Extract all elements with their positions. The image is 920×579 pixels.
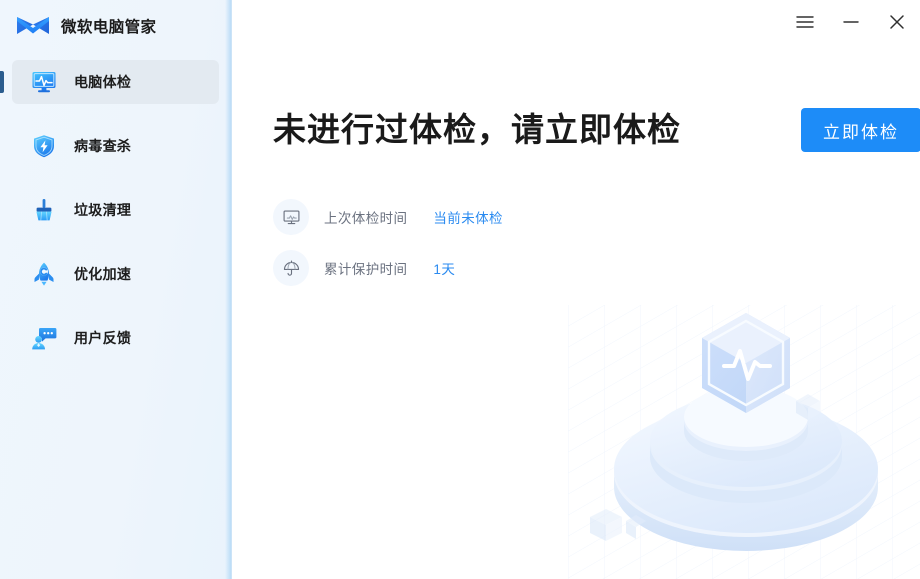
info-list: 上次体检时间 当前未体检 累计保护时间 1天 — [273, 199, 920, 286]
main-content: 未进行过体检，请立即体检 立即体检 上次体检时间 当前未体检 累计保护时间 1天 — [232, 0, 920, 579]
feedback-person-icon — [32, 328, 57, 350]
broom-icon — [36, 199, 52, 221]
info-row-protection-time: 累计保护时间 1天 — [273, 250, 920, 286]
sidebar-item-label: 用户反馈 — [74, 330, 132, 346]
sidebar-item-label: 病毒查杀 — [74, 138, 132, 154]
close-button[interactable] — [874, 0, 920, 44]
umbrella-icon — [273, 250, 309, 286]
shield-bolt-icon — [34, 135, 54, 158]
minimize-icon — [843, 21, 859, 23]
info-label: 累计保护时间 — [324, 262, 408, 277]
sidebar-item-label: 优化加速 — [74, 266, 132, 282]
rocket-icon — [34, 262, 54, 286]
sidebar-item-label: 电脑体检 — [74, 74, 132, 90]
app-window: 微软电脑管家 电脑体检 病毒查杀 垃圾清理 优化加速 用户反馈 未进行过体检，请… — [0, 0, 920, 579]
brand-title: 微软电脑管家 — [61, 19, 157, 36]
sidebar-item-pc-checkup[interactable]: 电脑体检 — [12, 60, 219, 104]
brand: 微软电脑管家 — [0, 0, 231, 52]
sidebar-item-label: 垃圾清理 — [74, 202, 132, 218]
menu-button[interactable] — [782, 0, 828, 44]
info-row-last-checkup: 上次体检时间 当前未体检 — [273, 199, 920, 235]
page-title: 未进行过体检，请立即体检 — [273, 111, 681, 149]
sidebar-nav: 电脑体检 病毒查杀 垃圾清理 优化加速 用户反馈 — [0, 52, 231, 360]
info-value[interactable]: 1天 — [433, 258, 455, 278]
butterfly-logo-icon — [17, 17, 49, 34]
sidebar-item-user-feedback[interactable]: 用户反馈 — [12, 316, 219, 360]
info-value[interactable]: 当前未体检 — [433, 207, 503, 227]
sidebar: 微软电脑管家 电脑体检 病毒查杀 垃圾清理 优化加速 用户反馈 — [0, 0, 232, 579]
sidebar-item-optimize-speedup[interactable]: 优化加速 — [12, 252, 219, 296]
hamburger-menu-icon — [796, 16, 814, 28]
hexagon-pulse-badge-illustration — [568, 305, 920, 579]
sidebar-item-virus-scan[interactable]: 病毒查杀 — [12, 124, 219, 168]
close-icon — [890, 15, 904, 29]
headline-row: 未进行过体检，请立即体检 立即体检 — [273, 108, 920, 152]
start-checkup-button[interactable]: 立即体检 — [801, 108, 920, 152]
sidebar-item-junk-cleanup[interactable]: 垃圾清理 — [12, 188, 219, 232]
window-controls — [782, 0, 920, 44]
minimize-button[interactable] — [828, 0, 874, 44]
info-label: 上次体检时间 — [324, 211, 408, 226]
monitor-pulse-icon — [32, 72, 56, 93]
monitor-chart-icon — [273, 199, 309, 235]
